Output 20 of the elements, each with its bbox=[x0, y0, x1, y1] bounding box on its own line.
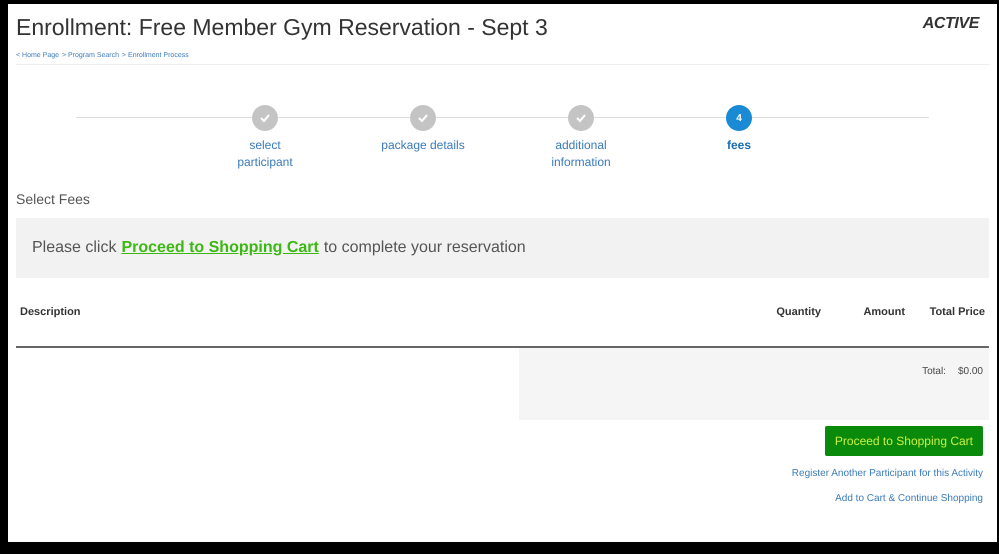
action-link[interactable]: Add to Cart & Continue Shopping bbox=[835, 491, 983, 506]
step-label[interactable]: package details bbox=[378, 137, 468, 154]
step-label[interactable]: additional information bbox=[536, 137, 626, 171]
page-title: Enrollment: Free Member Gym Reservation - Sept 3 bbox=[16, 13, 548, 42]
step-number: 4 bbox=[726, 105, 752, 131]
total-value: $0.00 bbox=[958, 365, 983, 379]
notice-text: Please click bbox=[32, 238, 116, 258]
proceed-button[interactable]: Proceed to Shopping Cart bbox=[824, 426, 983, 456]
step-label[interactable]: fees bbox=[694, 137, 784, 154]
column-header: Description bbox=[20, 304, 82, 320]
column-header: Amount bbox=[862, 304, 905, 320]
notice-text: to complete your reservation bbox=[324, 238, 526, 258]
shopping-cart-link[interactable]: Proceed to Shopping Cart bbox=[121, 236, 319, 260]
total-label: Total: bbox=[922, 365, 946, 379]
column-header: Total Price bbox=[928, 304, 985, 320]
section-title: Select Fees bbox=[16, 190, 91, 209]
column-header: Quantity bbox=[775, 304, 821, 320]
step-label[interactable]: select participant bbox=[220, 137, 310, 171]
action-link[interactable]: Register Another Participant for this Activity bbox=[792, 466, 983, 481]
logo: ACTIVE bbox=[922, 14, 979, 34]
